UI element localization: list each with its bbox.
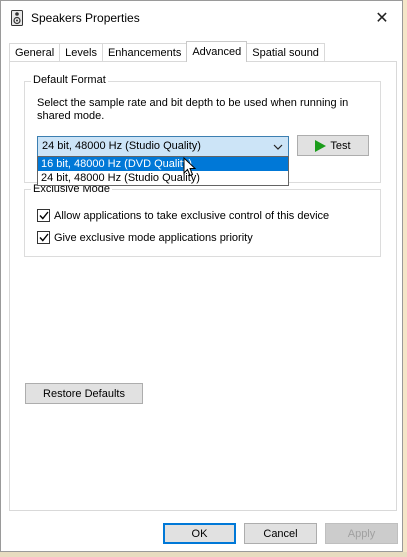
give-priority-label: Give exclusive mode applications priorit… — [54, 231, 253, 244]
give-priority-checkbox[interactable] — [37, 231, 50, 244]
checkmark-icon — [38, 233, 49, 242]
sample-rate-combobox[interactable]: 24 bit, 48000 Hz (Studio Quality) — [37, 136, 289, 157]
title-bar: Speakers Properties ✕ — [1, 1, 402, 35]
cancel-button[interactable]: Cancel — [244, 523, 317, 544]
allow-exclusive-label: Allow applications to take exclusive con… — [54, 209, 330, 222]
combobox-selected-value: 24 bit, 48000 Hz (Studio Quality) — [42, 140, 201, 152]
speaker-icon — [11, 10, 23, 26]
test-button[interactable]: Test — [297, 135, 369, 156]
test-button-label: Test — [330, 139, 351, 152]
ok-button[interactable]: OK — [163, 523, 236, 544]
dropdown-option-24bit[interactable]: 24 bit, 48000 Hz (Studio Quality) — [38, 171, 288, 185]
window-title: Speakers Properties — [31, 11, 140, 25]
allow-exclusive-checkbox[interactable] — [37, 209, 50, 222]
close-button[interactable]: ✕ — [368, 4, 396, 32]
checkmark-icon — [38, 211, 49, 220]
tab-advanced[interactable]: Advanced — [186, 41, 248, 62]
sample-rate-dropdown-list: 16 bit, 48000 Hz (DVD Quality) 24 bit, 4… — [37, 156, 289, 186]
default-format-description: Select the sample rate and bit depth to … — [37, 97, 349, 122]
chevron-down-icon — [272, 137, 284, 156]
tab-enhancements[interactable]: Enhancements — [101, 43, 188, 62]
speakers-properties-dialog: Speakers Properties ✕ General Levels Enh… — [0, 0, 403, 552]
default-format-label: Default Format — [31, 74, 108, 86]
apply-button[interactable]: Apply — [325, 523, 398, 544]
restore-defaults-button[interactable]: Restore Defaults — [25, 383, 143, 404]
tab-spatial-sound[interactable]: Spatial sound — [246, 43, 325, 62]
allow-exclusive-row[interactable]: Allow applications to take exclusive con… — [37, 209, 329, 222]
play-icon — [315, 139, 327, 152]
background-strip — [0, 552, 407, 557]
mouse-pointer-icon — [183, 157, 197, 177]
give-priority-row[interactable]: Give exclusive mode applications priorit… — [37, 231, 253, 244]
tab-levels[interactable]: Levels — [59, 43, 103, 62]
dropdown-option-16bit[interactable]: 16 bit, 48000 Hz (DVD Quality) — [38, 157, 288, 171]
tab-general[interactable]: General — [9, 43, 61, 62]
exclusive-mode-group — [24, 189, 381, 257]
tab-strip: General Levels Enhancements Advanced Spa… — [9, 41, 325, 62]
close-icon: ✕ — [375, 10, 389, 27]
